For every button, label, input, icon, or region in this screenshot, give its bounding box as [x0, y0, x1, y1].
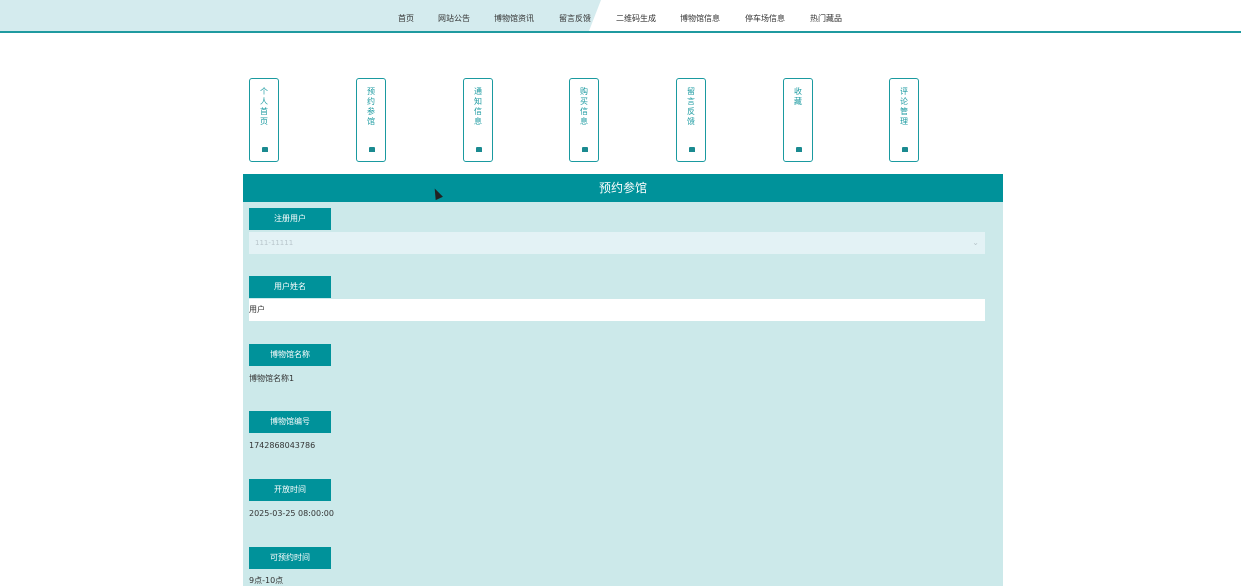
registered-user-value: 111-11111 [255, 239, 294, 247]
opening-time-value: 2025-03-25 08:00:00 [249, 509, 334, 518]
menu-label: 收藏 [793, 87, 803, 107]
nav-qrcode[interactable]: 二维码生成 [616, 13, 656, 24]
home-icon [476, 147, 482, 152]
reservation-panel: 预约参馆 注册用户 111-11111 ⌄ 用户姓名 用户 博物馆名称 博物馆名… [243, 174, 1003, 586]
field-label-museum-number: 博物馆编号 [249, 411, 331, 433]
nav-hot-collections[interactable]: 热门藏品 [810, 13, 842, 24]
chevron-down-icon: ⌄ [972, 238, 979, 247]
menu-feedback[interactable]: 留言反馈 [676, 78, 706, 162]
field-label-registered-user: 注册用户 [249, 208, 331, 230]
top-navbar: 首页 网站公告 博物馆资讯 留言反馈 二维码生成 博物馆信息 停车场信息 热门藏… [0, 0, 1241, 33]
field-label-user-name: 用户姓名 [249, 276, 331, 298]
menu-label: 评论管理 [899, 87, 909, 127]
home-icon [582, 147, 588, 152]
menu-label: 个人首页 [259, 87, 269, 127]
menu-label: 购买信息 [579, 87, 589, 127]
nav-menu: 首页 网站公告 博物馆资讯 留言反馈 二维码生成 博物馆信息 停车场信息 热门藏… [0, 0, 1241, 31]
museum-number-value: 1742868043786 [249, 441, 316, 450]
registered-user-select[interactable]: 111-11111 ⌄ [249, 232, 985, 254]
panel-title: 预约参馆 [243, 174, 1003, 202]
menu-comments[interactable]: 评论管理 [889, 78, 919, 162]
user-name-input[interactable]: 用户 [249, 299, 985, 321]
nav-home[interactable]: 首页 [398, 13, 414, 24]
menu-reservation[interactable]: 预约参馆 [356, 78, 386, 162]
field-label-reservable-time: 可预约时间 [249, 547, 331, 569]
home-icon [796, 147, 802, 152]
home-icon [369, 147, 375, 152]
home-icon [689, 147, 695, 152]
menu-label: 留言反馈 [686, 87, 696, 127]
nav-museum-info[interactable]: 博物馆信息 [680, 13, 720, 24]
navbar-divider [0, 31, 1241, 33]
menu-label: 通知信息 [473, 87, 483, 127]
menu-favorites[interactable]: 收藏 [783, 78, 813, 162]
nav-museum-news[interactable]: 博物馆资讯 [494, 13, 534, 24]
museum-name-value: 博物馆名称1 [249, 374, 295, 383]
home-icon [262, 147, 268, 152]
nav-announcements[interactable]: 网站公告 [438, 13, 470, 24]
nav-feedback[interactable]: 留言反馈 [559, 13, 591, 24]
home-icon [902, 147, 908, 152]
menu-purchases[interactable]: 购买信息 [569, 78, 599, 162]
menu-notifications[interactable]: 通知信息 [463, 78, 493, 162]
field-label-opening-time: 开放时间 [249, 479, 331, 501]
menu-personal-home[interactable]: 个人首页 [249, 78, 279, 162]
reservable-time-value: 9点-10点 [249, 576, 284, 585]
menu-label: 预约参馆 [366, 87, 376, 127]
field-label-museum-name: 博物馆名称 [249, 344, 331, 366]
nav-parking-info[interactable]: 停车场信息 [745, 13, 785, 24]
